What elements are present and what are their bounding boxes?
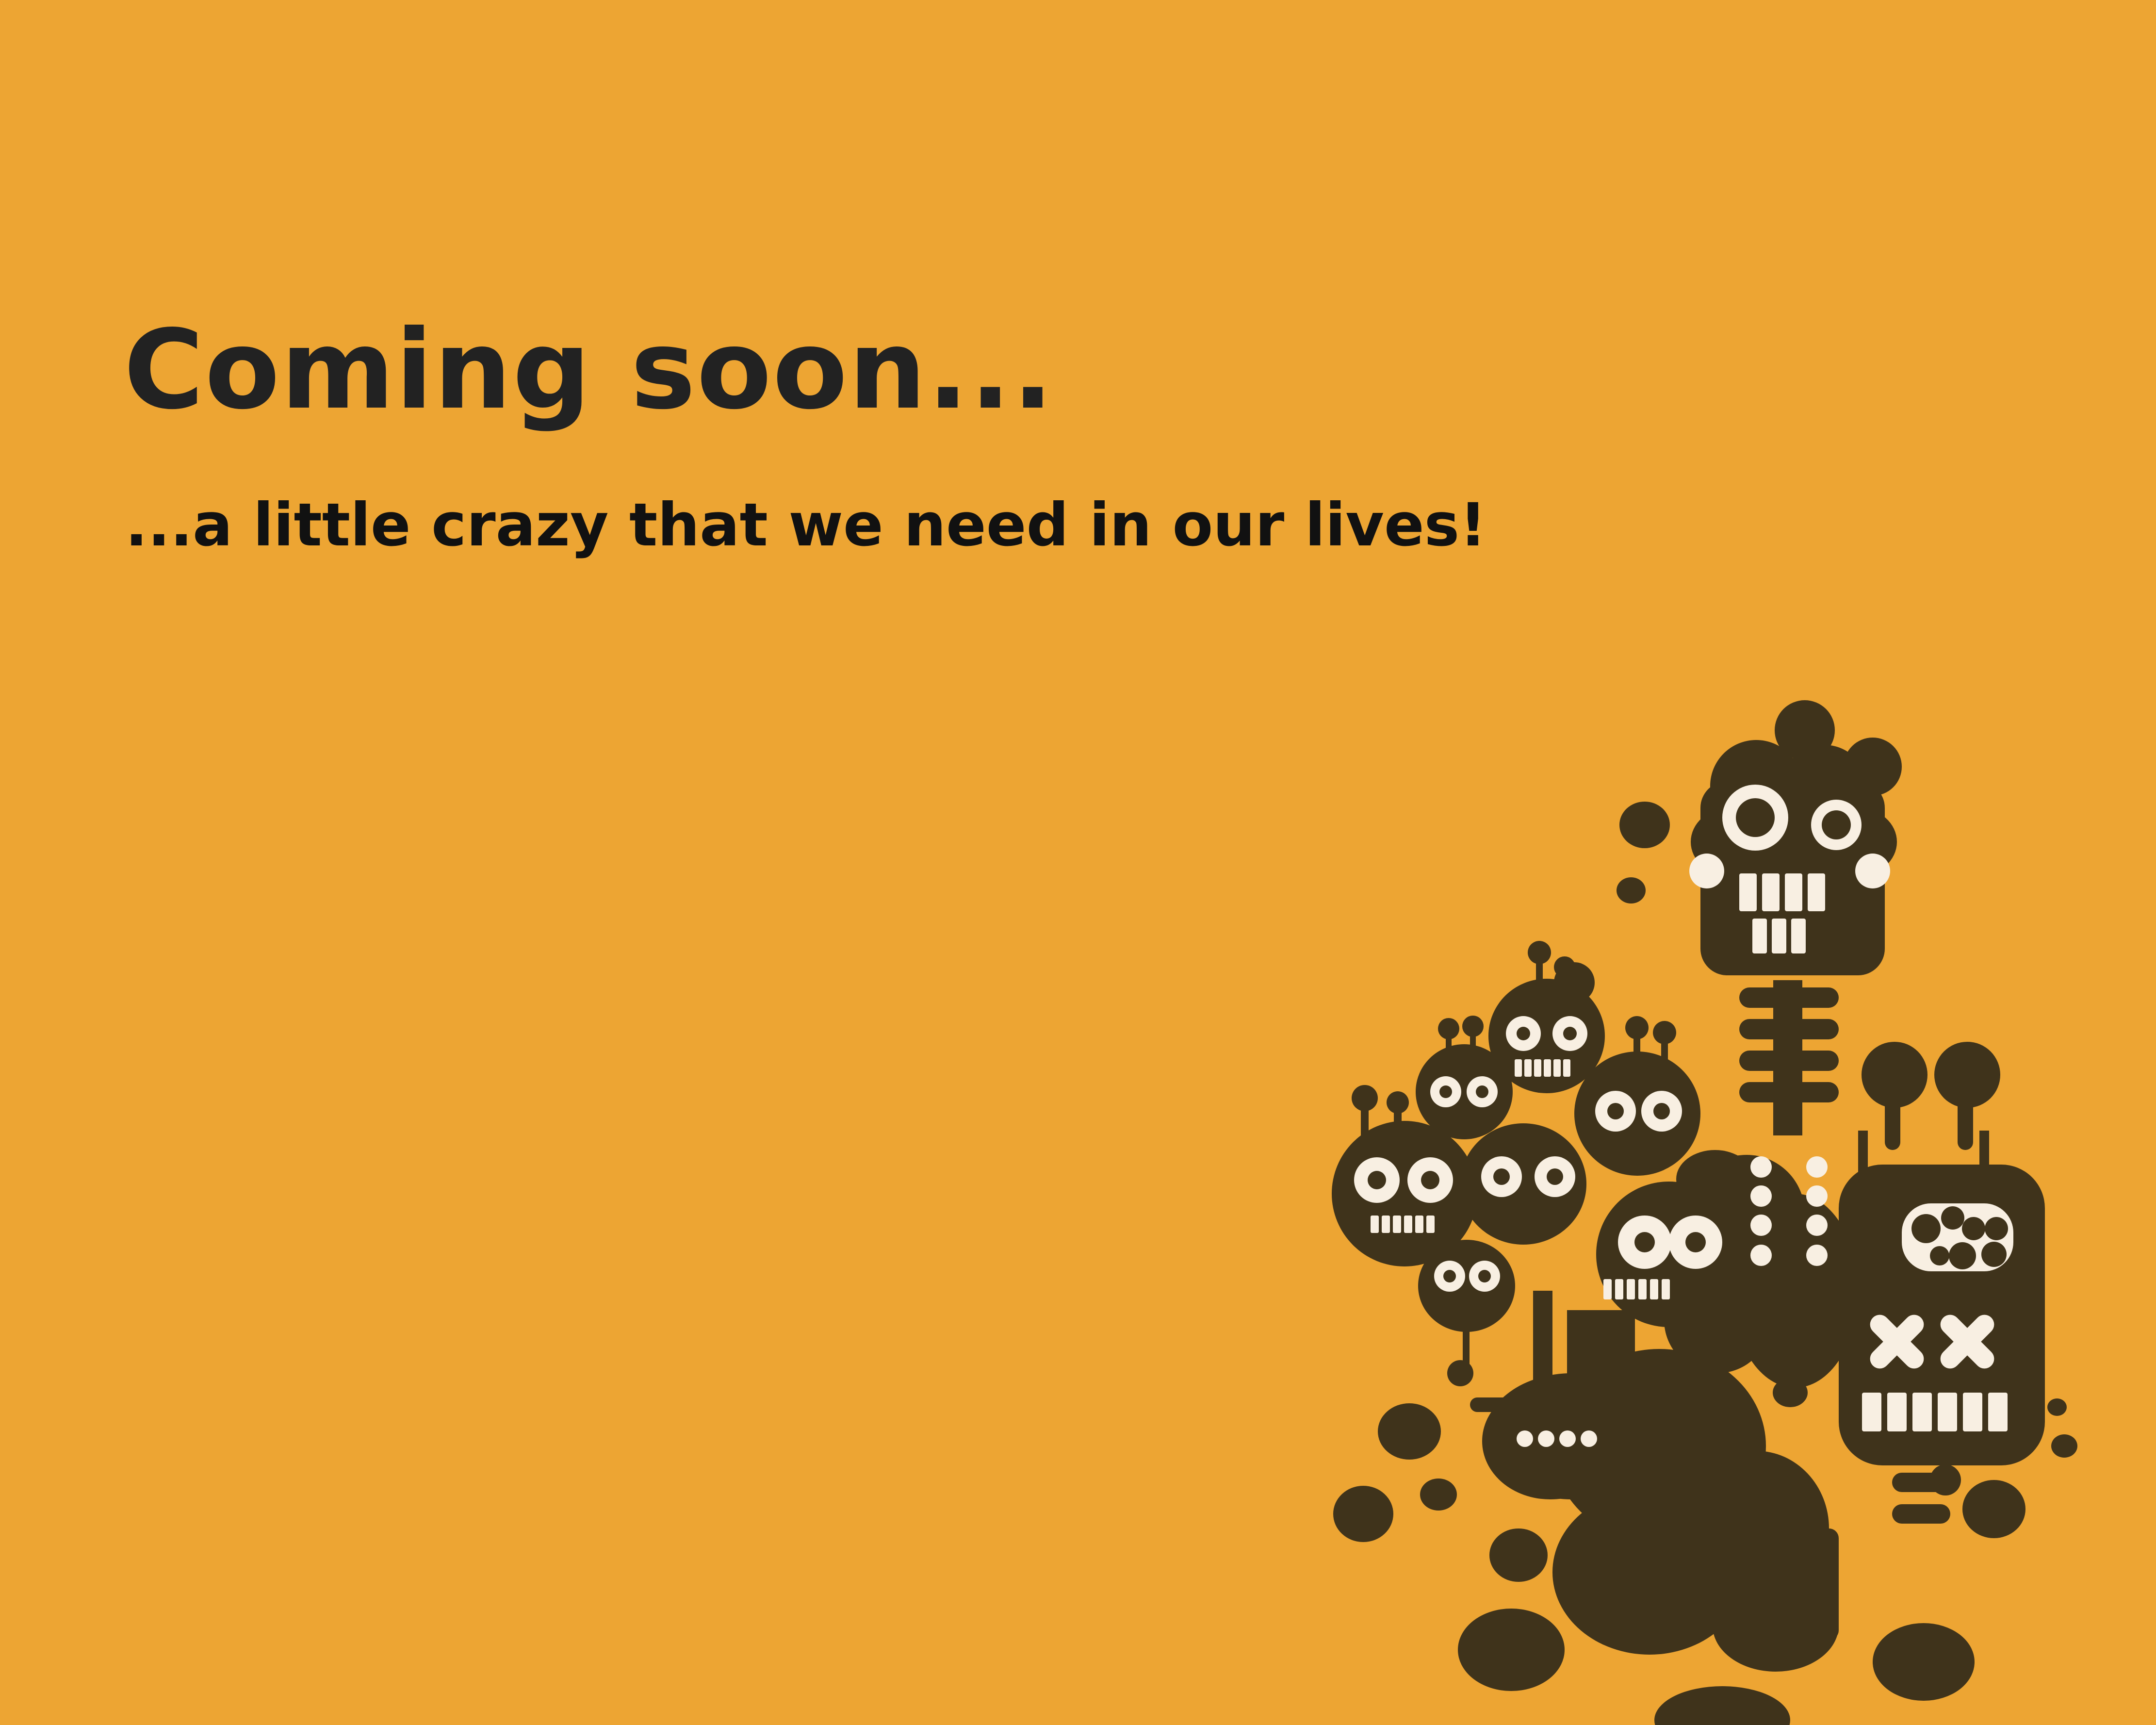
blob: [1420, 1479, 1457, 1511]
rib: [1739, 1082, 1839, 1102]
blob: [1489, 1528, 1548, 1582]
blob: [1378, 1403, 1441, 1460]
blob: [2051, 1434, 2077, 1458]
blob: [1458, 1609, 1565, 1691]
monster-group-illustration: [1332, 700, 2077, 1725]
page-tagline: ...a little crazy that we need in our li…: [125, 491, 1486, 559]
rib: [1739, 1019, 1839, 1039]
blob: [1619, 802, 1670, 848]
rib: [1739, 987, 1839, 1008]
blob: [2047, 1398, 2067, 1416]
blob: [1333, 1486, 1393, 1542]
blob: [1617, 877, 1646, 904]
small-monster-head: [1418, 1240, 1515, 1332]
blob: [1873, 1623, 1975, 1701]
blob: [1654, 1686, 1790, 1725]
body-stem: [1751, 1528, 1839, 1640]
page-headline: Coming soon...: [124, 307, 1055, 434]
rib: [1739, 1051, 1839, 1071]
arm: [1892, 1504, 1950, 1524]
blob: [1962, 1480, 2025, 1538]
